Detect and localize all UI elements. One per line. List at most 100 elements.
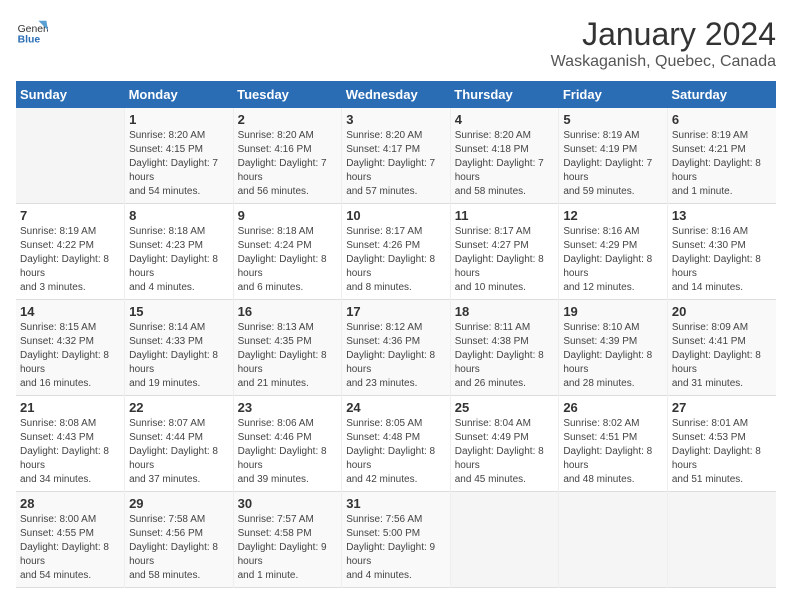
day-header-monday: Monday [125, 81, 234, 108]
day-number: 10 [346, 208, 446, 223]
calendar-cell: 8 Sunrise: 8:18 AMSunset: 4:23 PMDaylight… [125, 204, 234, 300]
day-info: Sunrise: 8:18 AMSunset: 4:24 PMDaylight:… [238, 225, 338, 295]
day-number: 23 [238, 400, 338, 415]
day-number: 27 [672, 400, 772, 415]
day-number: 3 [346, 112, 446, 127]
calendar-cell: 14 Sunrise: 8:15 AMSunset: 4:32 PMDayligh… [16, 300, 125, 396]
day-info: Sunrise: 8:04 AMSunset: 4:49 PMDaylight:… [455, 417, 555, 487]
day-info: Sunrise: 7:57 AMSunset: 4:58 PMDaylight:… [238, 513, 338, 583]
calendar-cell: 7Sunrise: 8:19 AMSunset: 4:22 PMDaylight… [16, 204, 125, 300]
day-info: Sunrise: 8:00 AMSunset: 4:55 PMDaylight:… [20, 513, 120, 583]
day-info: Sunrise: 8:16 AMSunset: 4:29 PMDaylight:… [563, 225, 663, 295]
day-number: 24 [346, 400, 446, 415]
calendar-cell: 12 Sunrise: 8:16 AMSunset: 4:29 PMDayligh… [559, 204, 668, 300]
calendar-table: SundayMondayTuesdayWednesdayThursdayFrid… [16, 81, 776, 588]
calendar-cell: 25 Sunrise: 8:04 AMSunset: 4:49 PMDayligh… [450, 396, 559, 492]
calendar-cell: 30 Sunrise: 7:57 AMSunset: 4:58 PMDayligh… [233, 492, 342, 588]
calendar-cell: 1Sunrise: 8:20 AMSunset: 4:15 PMDaylight… [125, 108, 234, 204]
day-info: Sunrise: 8:11 AMSunset: 4:38 PMDaylight:… [455, 321, 555, 391]
day-number: 30 [238, 496, 338, 511]
calendar-cell: 15 Sunrise: 8:14 AMSunset: 4:33 PMDayligh… [125, 300, 234, 396]
day-header-saturday: Saturday [667, 81, 776, 108]
title-area: January 2024 Waskaganish, Quebec, Canada [551, 16, 776, 71]
day-info: Sunrise: 8:17 AMSunset: 4:27 PMDaylight:… [455, 225, 555, 295]
logo-icon: General Blue [16, 16, 48, 48]
day-number: 15 [129, 304, 229, 319]
day-info: Sunrise: 8:06 AMSunset: 4:46 PMDaylight:… [238, 417, 338, 487]
day-info: Sunrise: 8:01 AMSunset: 4:53 PMDaylight:… [672, 417, 772, 487]
day-info: Sunrise: 8:09 AMSunset: 4:41 PMDaylight:… [672, 321, 772, 391]
day-info: Sunrise: 8:14 AMSunset: 4:33 PMDaylight:… [129, 321, 229, 391]
svg-text:Blue: Blue [18, 34, 41, 45]
calendar-cell: 29 Sunrise: 7:58 AMSunset: 4:56 PMDayligh… [125, 492, 234, 588]
calendar-cell: 20Sunrise: 8:09 AMSunset: 4:41 PMDayligh… [667, 300, 776, 396]
calendar-week-row: 1Sunrise: 8:20 AMSunset: 4:15 PMDaylight… [16, 108, 776, 204]
day-info: Sunrise: 7:56 AMSunset: 5:00 PMDaylight:… [346, 513, 446, 583]
calendar-cell: 21Sunrise: 8:08 AMSunset: 4:43 PMDayligh… [16, 396, 125, 492]
day-number: 1 [129, 112, 229, 127]
calendar-cell: 28 Sunrise: 8:00 AMSunset: 4:55 PMDayligh… [16, 492, 125, 588]
day-number: 31 [346, 496, 446, 511]
day-info: Sunrise: 7:58 AMSunset: 4:56 PMDaylight:… [129, 513, 229, 583]
day-number: 12 [563, 208, 663, 223]
day-info: Sunrise: 8:13 AMSunset: 4:35 PMDaylight:… [238, 321, 338, 391]
day-header-friday: Friday [559, 81, 668, 108]
day-number: 13 [672, 208, 772, 223]
day-number: 19 [563, 304, 663, 319]
day-info: Sunrise: 8:16 AMSunset: 4:30 PMDaylight:… [672, 225, 772, 295]
day-header-wednesday: Wednesday [342, 81, 451, 108]
calendar-cell: 22 Sunrise: 8:07 AMSunset: 4:44 PMDayligh… [125, 396, 234, 492]
calendar-cell [667, 492, 776, 588]
calendar-cell [16, 108, 125, 204]
calendar-title: January 2024 [551, 16, 776, 53]
day-header-sunday: Sunday [16, 81, 125, 108]
day-info: Sunrise: 8:15 AMSunset: 4:32 PMDaylight:… [20, 321, 120, 391]
day-info: Sunrise: 8:10 AMSunset: 4:39 PMDaylight:… [563, 321, 663, 391]
calendar-cell: 9Sunrise: 8:18 AMSunset: 4:24 PMDaylight… [233, 204, 342, 300]
calendar-cell: 3 Sunrise: 8:20 AMSunset: 4:17 PMDaylight… [342, 108, 451, 204]
day-info: Sunrise: 8:02 AMSunset: 4:51 PMDaylight:… [563, 417, 663, 487]
day-number: 26 [563, 400, 663, 415]
day-number: 22 [129, 400, 229, 415]
calendar-cell: 27 Sunrise: 8:01 AMSunset: 4:53 PMDayligh… [667, 396, 776, 492]
calendar-cell: 5 Sunrise: 8:19 AMSunset: 4:19 PMDaylight… [559, 108, 668, 204]
day-info: Sunrise: 8:17 AMSunset: 4:26 PMDaylight:… [346, 225, 446, 295]
day-number: 14 [20, 304, 120, 319]
day-number: 6 [672, 112, 772, 127]
day-number: 29 [129, 496, 229, 511]
day-number: 4 [455, 112, 555, 127]
calendar-cell: 31 Sunrise: 7:56 AMSunset: 5:00 PMDayligh… [342, 492, 451, 588]
day-number: 25 [455, 400, 555, 415]
day-info: Sunrise: 8:20 AMSunset: 4:17 PMDaylight:… [346, 129, 446, 199]
day-info: Sunrise: 8:18 AMSunset: 4:23 PMDaylight:… [129, 225, 229, 295]
day-info: Sunrise: 8:19 AMSunset: 4:19 PMDaylight:… [563, 129, 663, 199]
day-number: 2 [238, 112, 338, 127]
day-number: 11 [455, 208, 555, 223]
logo: General Blue [16, 16, 48, 48]
calendar-week-row: 14 Sunrise: 8:15 AMSunset: 4:32 PMDayligh… [16, 300, 776, 396]
calendar-cell: 17 Sunrise: 8:12 AMSunset: 4:36 PMDayligh… [342, 300, 451, 396]
day-number: 28 [20, 496, 120, 511]
day-header-tuesday: Tuesday [233, 81, 342, 108]
day-info: Sunrise: 8:12 AMSunset: 4:36 PMDaylight:… [346, 321, 446, 391]
page-header: General Blue January 2024 Waskaganish, Q… [16, 16, 776, 71]
calendar-cell: 2Sunrise: 8:20 AMSunset: 4:16 PMDaylight… [233, 108, 342, 204]
calendar-week-row: 7Sunrise: 8:19 AMSunset: 4:22 PMDaylight… [16, 204, 776, 300]
calendar-cell: 4 Sunrise: 8:20 AMSunset: 4:18 PMDaylight… [450, 108, 559, 204]
day-number: 8 [129, 208, 229, 223]
calendar-cell: 24 Sunrise: 8:05 AMSunset: 4:48 PMDayligh… [342, 396, 451, 492]
calendar-cell: 26 Sunrise: 8:02 AMSunset: 4:51 PMDayligh… [559, 396, 668, 492]
calendar-cell: 13 Sunrise: 8:16 AMSunset: 4:30 PMDayligh… [667, 204, 776, 300]
calendar-subtitle: Waskaganish, Quebec, Canada [551, 53, 776, 71]
calendar-cell: 19 Sunrise: 8:10 AMSunset: 4:39 PMDayligh… [559, 300, 668, 396]
day-info: Sunrise: 8:07 AMSunset: 4:44 PMDaylight:… [129, 417, 229, 487]
calendar-cell [450, 492, 559, 588]
day-header-thursday: Thursday [450, 81, 559, 108]
day-number: 5 [563, 112, 663, 127]
day-info: Sunrise: 8:05 AMSunset: 4:48 PMDaylight:… [346, 417, 446, 487]
days-header-row: SundayMondayTuesdayWednesdayThursdayFrid… [16, 81, 776, 108]
calendar-cell: 23 Sunrise: 8:06 AMSunset: 4:46 PMDayligh… [233, 396, 342, 492]
calendar-cell: 16Sunrise: 8:13 AMSunset: 4:35 PMDayligh… [233, 300, 342, 396]
day-number: 17 [346, 304, 446, 319]
day-info: Sunrise: 8:20 AMSunset: 4:18 PMDaylight:… [455, 129, 555, 199]
